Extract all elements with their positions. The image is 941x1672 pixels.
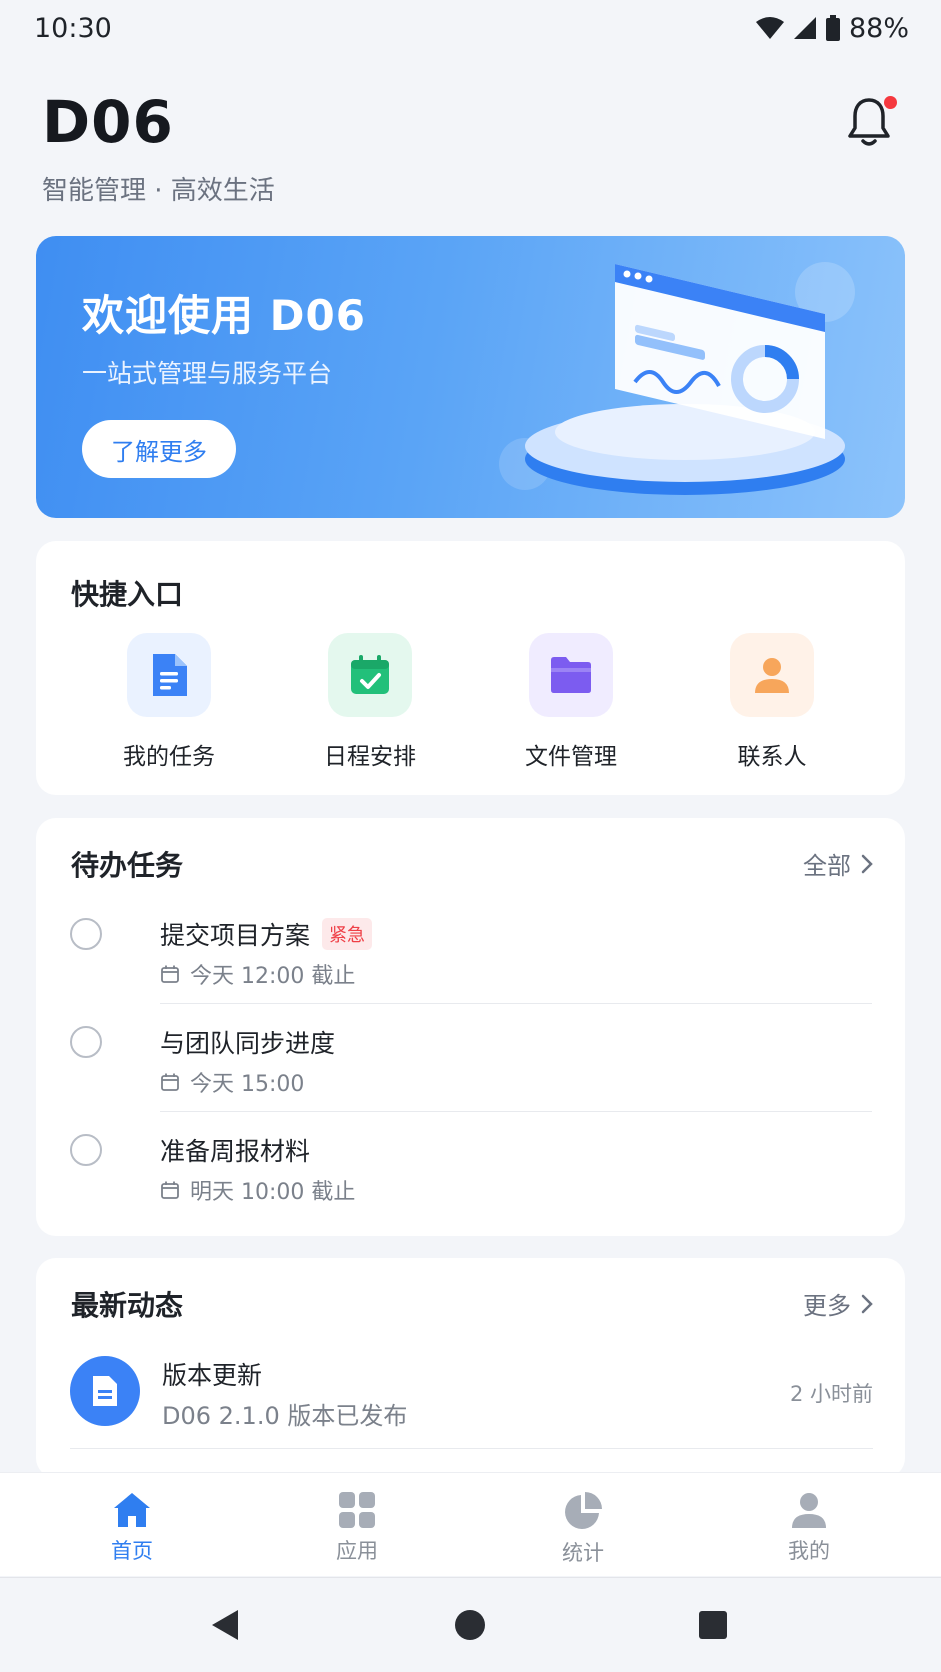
todo-item-title: 准备周报材料: [160, 1137, 311, 1166]
welcome-banner[interactable]: 欢迎使用 D06 一站式管理与服务平台 了解更多: [36, 236, 905, 518]
quick-item-file-manager[interactable]: 文件管理: [491, 633, 651, 771]
calendar-check-icon: [328, 633, 412, 717]
todo-item[interactable]: 准备周报材料 明天 10:00 截止: [70, 1112, 872, 1220]
more-label: 更多: [803, 1292, 851, 1320]
profile-icon: [792, 1493, 826, 1528]
app-title: D06: [42, 88, 174, 156]
todo-item-meta: 今天 15:00: [160, 1066, 304, 1098]
news-more-link[interactable]: 更多: [803, 1286, 873, 1321]
tab-label: 应用: [336, 1539, 378, 1563]
todo-item[interactable]: 与团队同步进度 今天 15:00: [70, 1004, 872, 1112]
calendar-icon: [161, 1073, 179, 1091]
battery-percent: 88%: [848, 12, 909, 44]
back-icon[interactable]: [210, 1609, 240, 1641]
folder-icon: [529, 633, 613, 717]
news-item-time: 2 小时前: [789, 1382, 873, 1406]
pie-chart-icon: [565, 1492, 602, 1529]
todo-item-title-wrap: 提交项目方案 紧急: [160, 916, 373, 952]
todo-item[interactable]: 提交项目方案 紧急 今天 12:00 截止: [70, 896, 872, 1004]
battery-icon: [825, 15, 840, 41]
wifi-icon: [755, 17, 784, 39]
tab-home[interactable]: 首页: [62, 1491, 202, 1565]
quick-access-card: 快捷入口 我的任务 日程安排 文件管理 联系人: [36, 541, 905, 795]
dashboard-illustration: [499, 262, 855, 495]
tab-apps[interactable]: 应用: [287, 1491, 427, 1565]
banner-title: 欢迎使用 D06: [82, 291, 366, 340]
calendar-icon: [161, 1181, 179, 1199]
todo-item-title: 提交项目方案: [160, 921, 311, 950]
view-all-label: 全部: [803, 852, 851, 880]
todo-view-all-link[interactable]: 全部: [803, 846, 873, 881]
home-icon: [114, 1493, 150, 1527]
learn-more-button[interactable]: 了解更多: [82, 420, 236, 478]
todo-title: 待办任务: [71, 849, 184, 882]
bottom-tab-bar: 首页 应用 统计 我的: [0, 1472, 941, 1576]
cellular-signal-icon: [793, 17, 816, 39]
divider: [70, 1448, 873, 1449]
quick-item-label: 联系人: [737, 744, 807, 770]
urgent-badge: 紧急: [322, 918, 373, 950]
news-document-icon: [70, 1356, 140, 1426]
tab-label: 我的: [788, 1539, 830, 1563]
tab-statistics[interactable]: 统计: [513, 1491, 653, 1567]
todo-item-due: 今天 15:00: [190, 1072, 305, 1097]
news-title: 最新动态: [71, 1289, 184, 1322]
apps-grid-icon: [339, 1492, 375, 1528]
recents-icon[interactable]: [698, 1610, 728, 1640]
todo-item-meta: 明天 10:00 截止: [160, 1174, 355, 1206]
todo-item-title-wrap: 准备周报材料: [160, 1132, 310, 1168]
todo-item-due: 今天 12:00 截止: [190, 964, 356, 989]
chevron-right-icon: [861, 1294, 873, 1313]
news-item-desc: D06 2.1.0 版本已发布: [162, 1402, 408, 1430]
todo-checkbox[interactable]: [70, 1026, 102, 1058]
quick-item-my-tasks[interactable]: 我的任务: [89, 633, 249, 771]
news-item-title[interactable]: 版本更新: [162, 1356, 262, 1392]
status-icons: 88%: [755, 13, 909, 44]
page-header: D06 智能管理 · 高效生活: [42, 90, 275, 207]
todo-item-meta: 今天 12:00 截止: [160, 958, 355, 990]
todo-item-due: 明天 10:00 截止: [190, 1180, 356, 1205]
person-icon: [730, 633, 814, 717]
quick-item-label: 日程安排: [324, 744, 416, 770]
quick-item-label: 我的任务: [123, 744, 215, 770]
chevron-right-icon: [861, 854, 873, 873]
todo-card: 待办任务 全部 提交项目方案 紧急 今天 12:00 截止 与团队同步进度 今天…: [36, 818, 905, 1236]
tab-profile[interactable]: 我的: [739, 1491, 879, 1565]
home-button-icon[interactable]: [454, 1609, 486, 1641]
tab-label: 统计: [562, 1541, 604, 1565]
app-subtitle: 智能管理 · 高效生活: [42, 176, 275, 206]
quick-access-title: 快捷入口: [71, 578, 184, 611]
system-navigation-bar: [0, 1577, 941, 1672]
todo-checkbox[interactable]: [70, 1134, 102, 1166]
quick-item-contacts[interactable]: 联系人: [692, 633, 852, 771]
quick-item-schedule[interactable]: 日程安排: [290, 633, 450, 771]
notification-dot: [884, 96, 897, 109]
status-bar: 10:30 88%: [0, 0, 941, 56]
status-time: 10:30: [34, 12, 112, 44]
tab-label: 首页: [111, 1539, 153, 1563]
document-icon: [127, 633, 211, 717]
todo-item-title-wrap: 与团队同步进度: [160, 1024, 335, 1060]
calendar-icon: [161, 965, 179, 983]
news-card: 最新动态 更多 版本更新 D06 2.1.0 版本已发布 2 小时前: [36, 1258, 905, 1478]
banner-subtitle: 一站式管理与服务平台: [82, 359, 333, 388]
todo-item-title: 与团队同步进度: [160, 1029, 336, 1058]
quick-item-label: 文件管理: [525, 744, 617, 770]
todo-checkbox[interactable]: [70, 918, 102, 950]
